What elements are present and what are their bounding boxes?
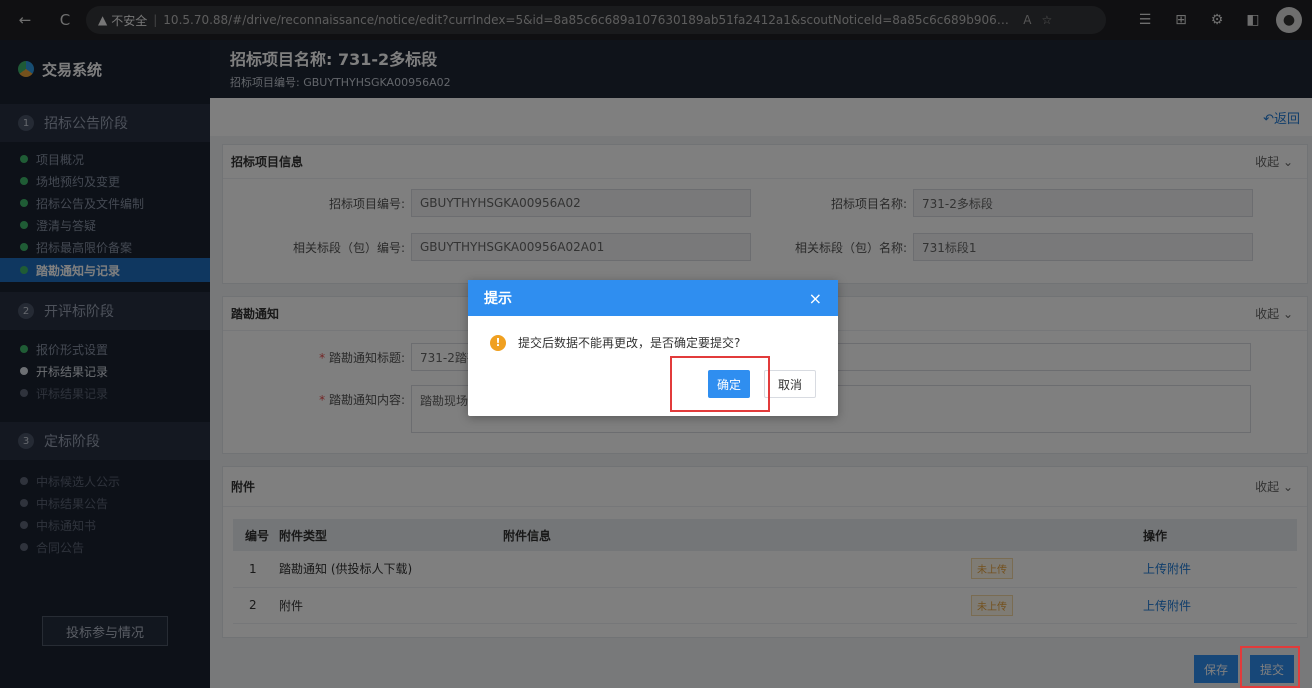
confirm-dialog: 提示 × ! 提交后数据不能再更改，是否确定要提交? 确定 取消	[468, 280, 838, 416]
highlight-box-submit	[1240, 646, 1300, 688]
close-icon[interactable]: ×	[809, 289, 822, 308]
cancel-button[interactable]: 取消	[764, 370, 816, 398]
highlight-box-confirm	[670, 356, 770, 412]
dialog-title: 提示	[484, 291, 512, 307]
warning-icon: !	[490, 334, 506, 351]
dialog-message: 提交后数据不能再更改，是否确定要提交?	[518, 336, 741, 350]
dialog-header: 提示 ×	[468, 280, 838, 316]
dialog-body: ! 提交后数据不能再更改，是否确定要提交?	[468, 316, 838, 351]
